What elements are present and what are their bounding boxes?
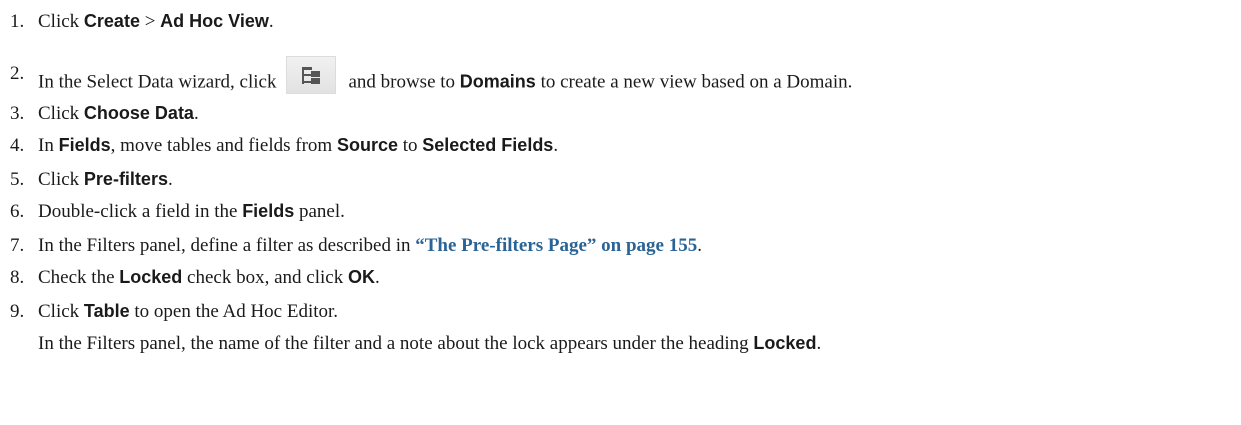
step-text: to bbox=[397, 135, 423, 156]
step-number: 5. bbox=[10, 169, 25, 190]
step-text: . bbox=[374, 267, 380, 288]
step-number: 2. bbox=[10, 63, 25, 84]
step-number: 8. bbox=[10, 267, 25, 288]
ui-term-choose-data: Choose Data bbox=[83, 103, 194, 123]
step-text: Click bbox=[38, 103, 84, 124]
step-text: In the Filters panel, define a filter as… bbox=[38, 235, 416, 256]
step-text: . bbox=[268, 11, 274, 32]
step-text: . bbox=[553, 135, 559, 156]
step-text: In bbox=[38, 135, 59, 156]
step-text: Double-click a field in the bbox=[38, 201, 243, 222]
tree-view-icon bbox=[302, 67, 321, 84]
step-text: . bbox=[167, 169, 173, 190]
step-text: > bbox=[139, 11, 161, 32]
ui-term-fields: Fields bbox=[58, 135, 111, 155]
step-number: 4. bbox=[10, 135, 25, 156]
note-text: . bbox=[816, 333, 822, 354]
step-text: and browse to bbox=[348, 71, 460, 93]
step-text: to create a new view based on a Domain. bbox=[535, 71, 853, 93]
ui-term-locked: Locked bbox=[119, 267, 183, 287]
step-text: check box, and click bbox=[182, 267, 348, 288]
ui-term-ok: OK bbox=[347, 267, 375, 287]
cross-reference-link[interactable]: “The Pre-filters Page” on page 155 bbox=[415, 235, 697, 256]
ui-term-fields: Fields bbox=[242, 201, 295, 221]
step-text: Click bbox=[38, 169, 84, 190]
ui-term-domains: Domains bbox=[459, 71, 536, 92]
step-number: 1. bbox=[10, 11, 25, 32]
note-text: In the Filters panel, the name of the fi… bbox=[38, 333, 754, 354]
step-text: Check the bbox=[38, 267, 120, 288]
step-text: . bbox=[193, 103, 199, 124]
ui-term-create: Create bbox=[83, 11, 140, 31]
ui-term-pre-filters: Pre-filters bbox=[83, 169, 168, 189]
step-text: panel. bbox=[294, 201, 345, 222]
step-number: 9. bbox=[10, 301, 25, 322]
step-text: Click bbox=[38, 301, 84, 322]
step-text: , move tables and fields from bbox=[110, 135, 337, 156]
ui-term-locked: Locked bbox=[753, 333, 817, 353]
ui-term-ad-hoc-view: Ad Hoc View bbox=[160, 11, 269, 31]
ui-term-table: Table bbox=[83, 301, 130, 321]
step-text: to open the Ad Hoc Editor. bbox=[129, 301, 339, 322]
ui-term-source: Source bbox=[336, 135, 398, 155]
step-text: . bbox=[697, 235, 702, 256]
ui-term-selected-fields: Selected Fields bbox=[422, 135, 554, 155]
step-number: 3. bbox=[10, 103, 25, 124]
step-text: In the Select Data wizard, click bbox=[38, 71, 277, 93]
tree-view-button bbox=[286, 56, 337, 94]
step-number: 6. bbox=[10, 201, 25, 222]
step-text: Click bbox=[38, 11, 84, 32]
step-number: 7. bbox=[10, 235, 25, 256]
